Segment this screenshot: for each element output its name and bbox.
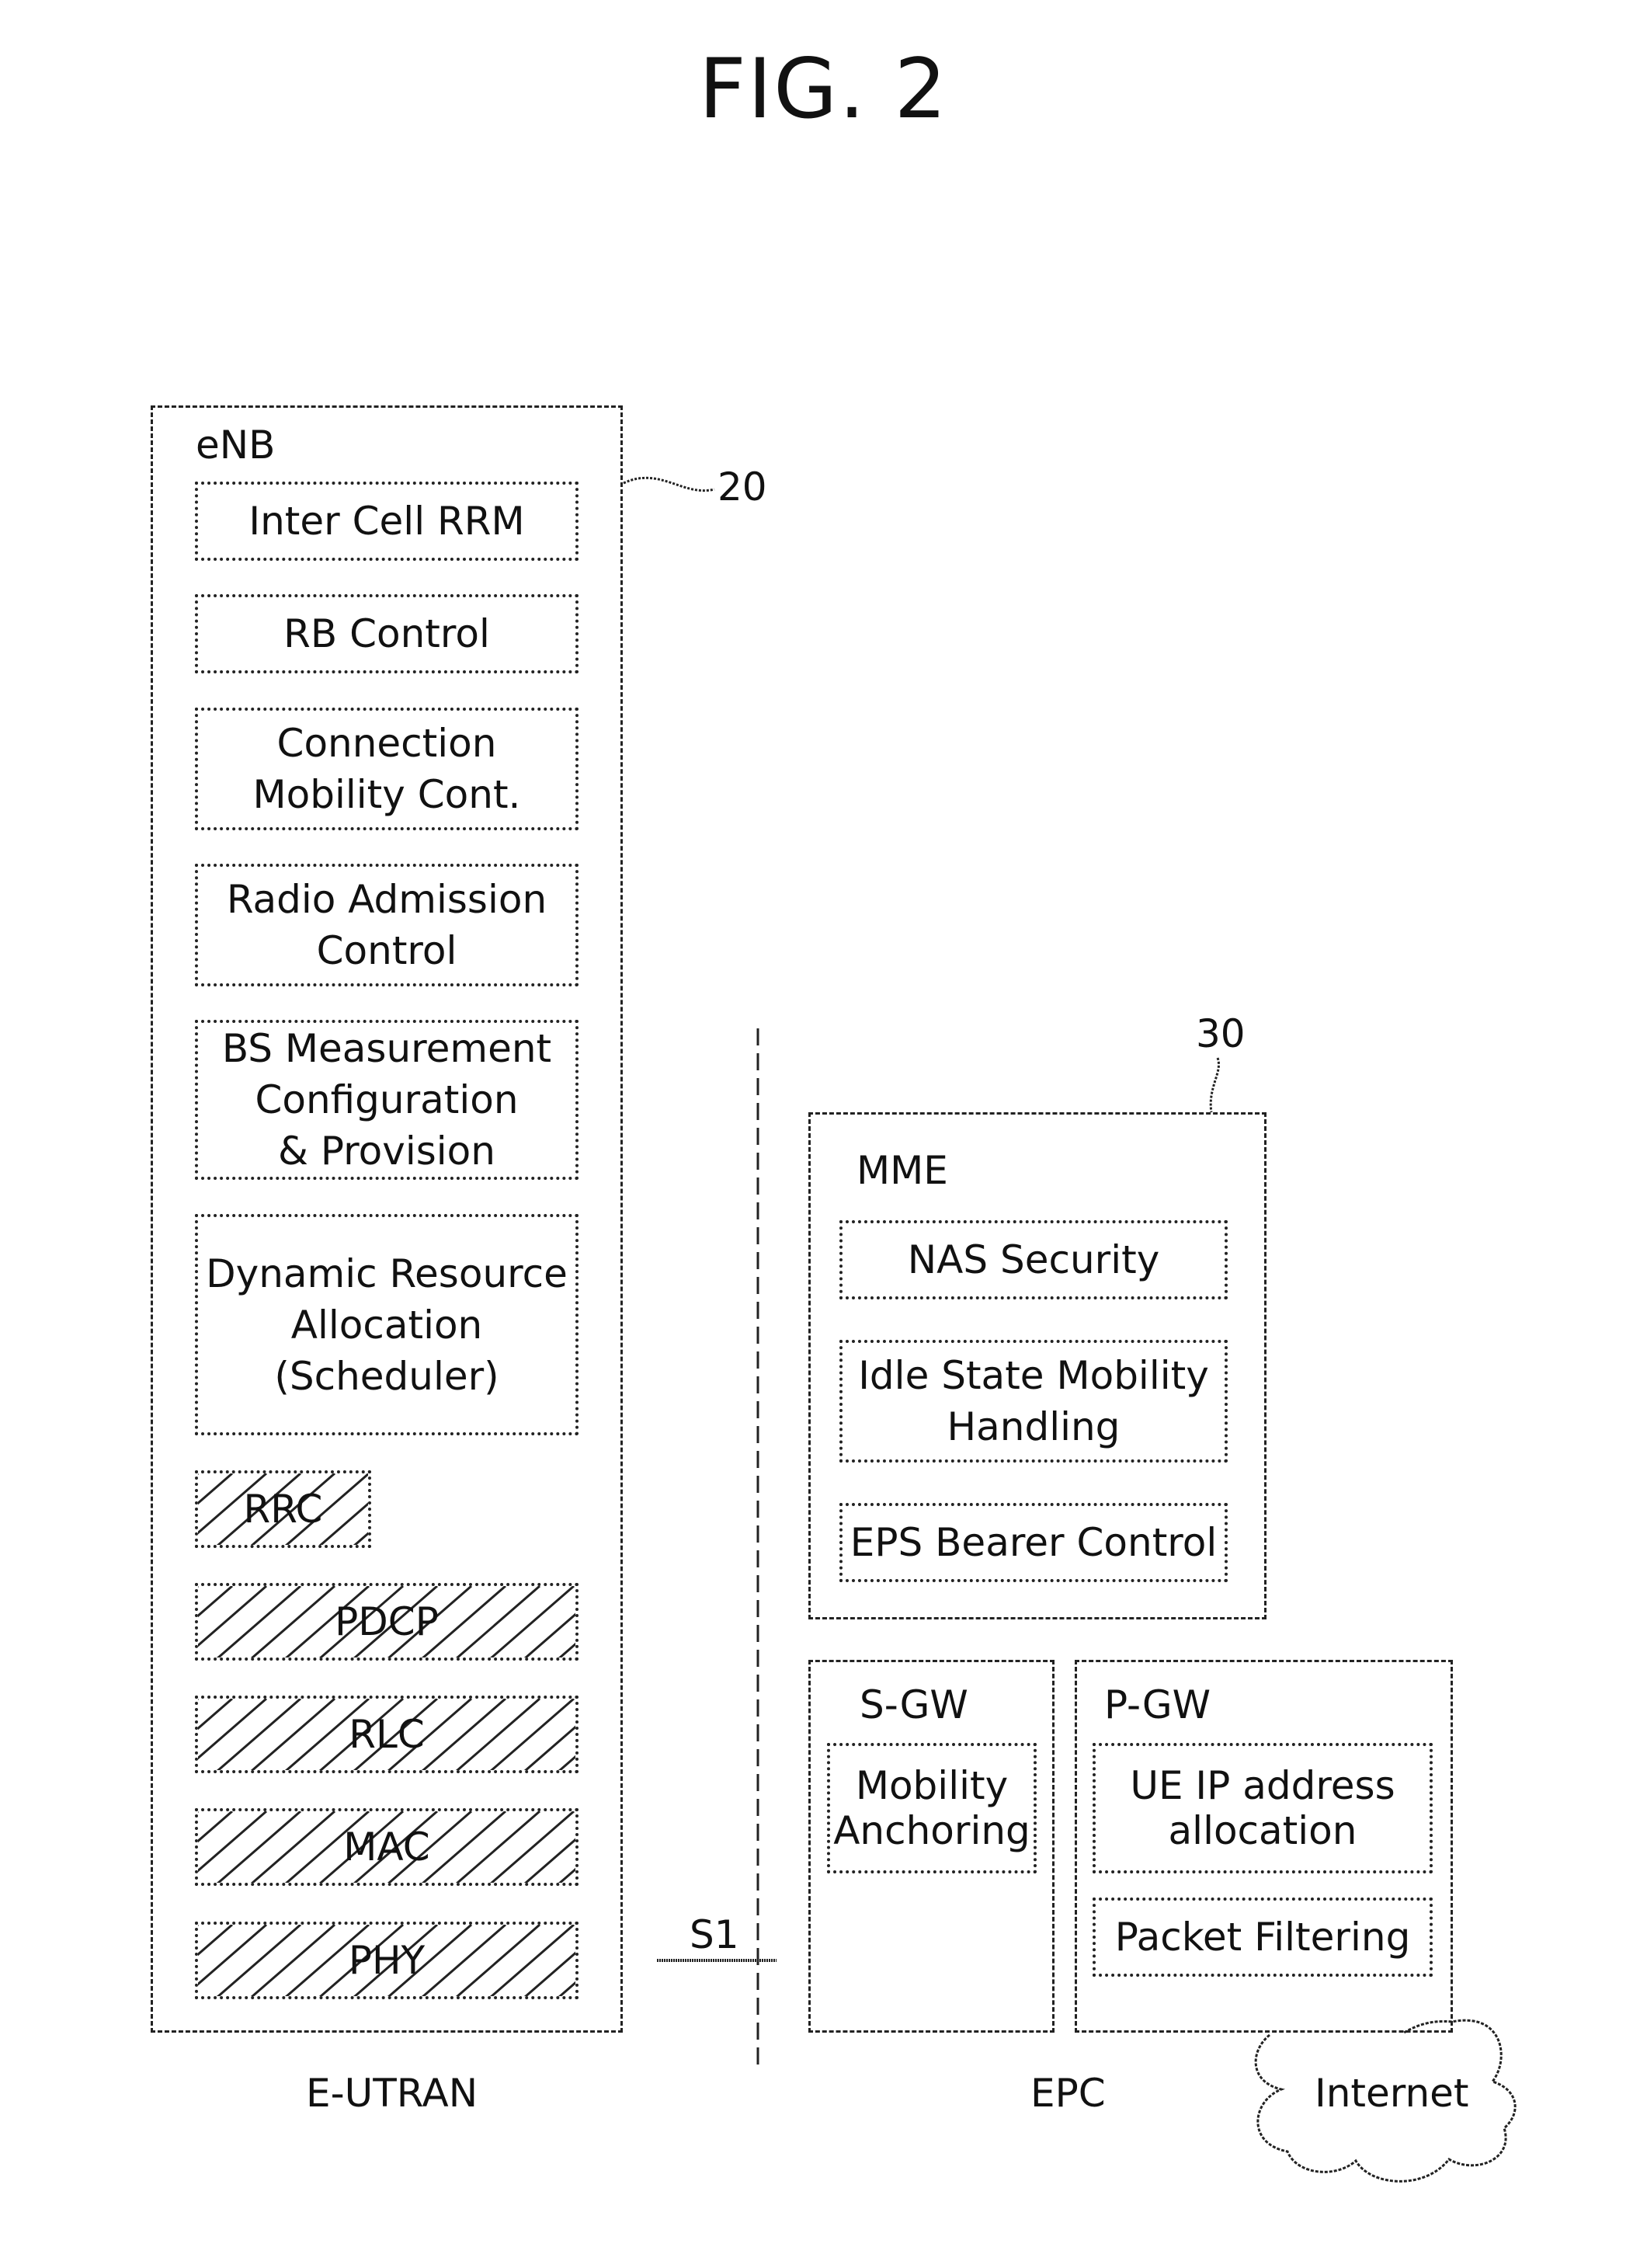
function-label-line2: allocation bbox=[1168, 1808, 1357, 1853]
function-label-line2: Allocation bbox=[290, 1302, 483, 1348]
protocol-layer-mac: MAC bbox=[195, 1808, 579, 1886]
function-label-line1: Idle State Mobility bbox=[858, 1353, 1209, 1398]
pgw-function-packet-filtering: Packet Filtering bbox=[1093, 1898, 1433, 1977]
protocol-layer-label: RLC bbox=[349, 1712, 425, 1757]
ref-numeral-30: 30 bbox=[1196, 1011, 1246, 1056]
epc-label: EPC bbox=[1030, 2071, 1106, 2116]
enb-function-radio-admission: Radio Admission Control bbox=[195, 864, 579, 986]
enb-function-inter-cell-rrm: Inter Cell RRM bbox=[195, 482, 579, 561]
mme-label: MME bbox=[857, 1148, 948, 1193]
function-label-line3: & Provision bbox=[278, 1129, 495, 1174]
protocol-layer-label: RRC bbox=[243, 1487, 323, 1532]
protocol-layer-pdcp: PDCP bbox=[195, 1583, 579, 1661]
protocol-layer-label: MAC bbox=[343, 1824, 430, 1870]
protocol-layer-phy: PHY bbox=[195, 1922, 579, 1999]
function-label-line1: Mobility bbox=[855, 1763, 1009, 1808]
internet-label: Internet bbox=[1315, 2071, 1469, 2116]
enb-function-bs-measurement: BS Measurement Configuration & Provision bbox=[195, 1020, 579, 1180]
enb-function-dynamic-resource: Dynamic Resource Allocation (Scheduler) bbox=[195, 1214, 579, 1435]
function-label: NAS Security bbox=[907, 1237, 1160, 1282]
e-utran-label: E-UTRAN bbox=[306, 2071, 478, 2116]
function-label-line1: Connection bbox=[276, 721, 497, 766]
function-label: Packet Filtering bbox=[1114, 1915, 1411, 1960]
function-label-line1: BS Measurement bbox=[221, 1026, 552, 1071]
function-label-line2: Control bbox=[316, 928, 457, 973]
enb-function-connection-mobility: Connection Mobility Cont. bbox=[195, 708, 579, 830]
mme-function-nas-security: NAS Security bbox=[839, 1220, 1228, 1299]
ref-numeral-20: 20 bbox=[718, 464, 767, 510]
mme-function-idle-state-mobility: Idle State Mobility Handling bbox=[839, 1340, 1228, 1463]
function-label-line1: UE IP address bbox=[1130, 1763, 1395, 1808]
function-label-line1: Dynamic Resource bbox=[206, 1251, 568, 1296]
function-label-line3: (Scheduler) bbox=[274, 1353, 499, 1399]
function-label: RB Control bbox=[283, 611, 490, 656]
function-label-line2: Handling bbox=[947, 1404, 1121, 1449]
function-label: EPS Bearer Control bbox=[850, 1520, 1218, 1565]
enb-function-rb-control: RB Control bbox=[195, 594, 579, 673]
protocol-layer-rlc: RLC bbox=[195, 1696, 579, 1773]
enb-label: eNB bbox=[196, 423, 276, 468]
function-label: Inter Cell RRM bbox=[248, 499, 525, 544]
function-label-line2: Configuration bbox=[255, 1077, 519, 1122]
protocol-layer-label: PDCP bbox=[335, 1599, 439, 1644]
pgw-label: P-GW bbox=[1104, 1682, 1211, 1727]
s1-label: S1 bbox=[690, 1912, 739, 1957]
sgw-label: S-GW bbox=[860, 1682, 968, 1727]
function-label-line2: Mobility Cont. bbox=[252, 772, 521, 817]
function-label-line2: Anchoring bbox=[833, 1808, 1030, 1853]
sgw-function-mobility-anchoring: Mobility Anchoring bbox=[827, 1743, 1037, 1873]
protocol-layer-label: PHY bbox=[348, 1938, 426, 1983]
pgw-function-ue-ip-allocation: UE IP address allocation bbox=[1093, 1743, 1433, 1873]
function-label-line1: Radio Admission bbox=[226, 877, 547, 922]
protocol-layer-rrc: RRC bbox=[195, 1470, 371, 1548]
figure-title: FIG. 2 bbox=[698, 41, 949, 137]
mme-function-eps-bearer-control: EPS Bearer Control bbox=[839, 1503, 1228, 1582]
